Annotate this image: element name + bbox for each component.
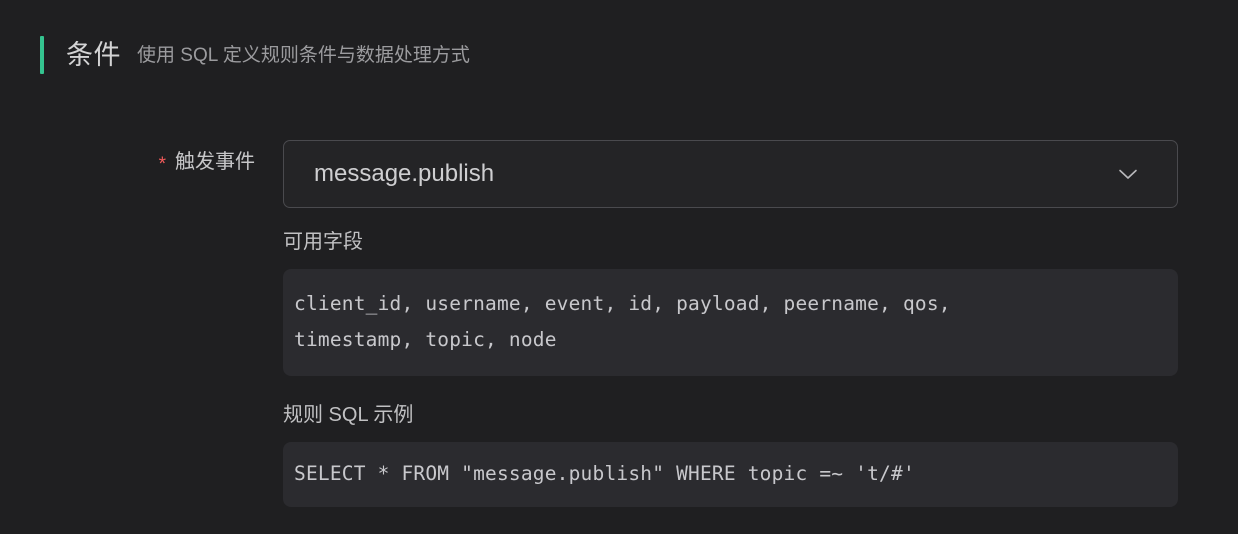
- section-subtitle: 使用 SQL 定义规则条件与数据处理方式: [137, 44, 470, 66]
- trigger-event-form-row: * 触发事件 message.publish 可用字段 client_id, us…: [0, 140, 1238, 507]
- required-asterisk: *: [158, 154, 166, 175]
- available-fields-line: client_id, username, event, id, payload,…: [294, 292, 951, 315]
- accent-bar: [40, 36, 44, 74]
- available-fields-line: timestamp, topic, node: [294, 328, 557, 351]
- trigger-event-selected-value: message.publish: [314, 162, 495, 186]
- chevron-down-icon[interactable]: [1115, 161, 1141, 187]
- sql-example-code: SELECT * FROM "message.publish" WHERE to…: [294, 462, 915, 485]
- available-fields-label: 可用字段: [283, 231, 363, 253]
- trigger-event-label: * 触发事件: [0, 140, 255, 175]
- sql-example-code-block: SELECT * FROM "message.publish" WHERE to…: [283, 442, 1178, 507]
- available-fields-code-block: client_id, username, event, id, payload,…: [283, 269, 1178, 376]
- page-title: 条件: [66, 39, 121, 70]
- sql-example-label: 规则 SQL 示例: [283, 404, 414, 426]
- trigger-event-label-text: 触发事件: [175, 151, 255, 173]
- trigger-event-control: message.publish 可用字段 client_id, username…: [283, 140, 1178, 507]
- section-header: 条件 使用 SQL 定义规则条件与数据处理方式: [40, 32, 470, 78]
- trigger-event-select[interactable]: message.publish: [283, 140, 1178, 208]
- rule-condition-panel: 条件 使用 SQL 定义规则条件与数据处理方式 * 触发事件 message.pu…: [0, 0, 1238, 534]
